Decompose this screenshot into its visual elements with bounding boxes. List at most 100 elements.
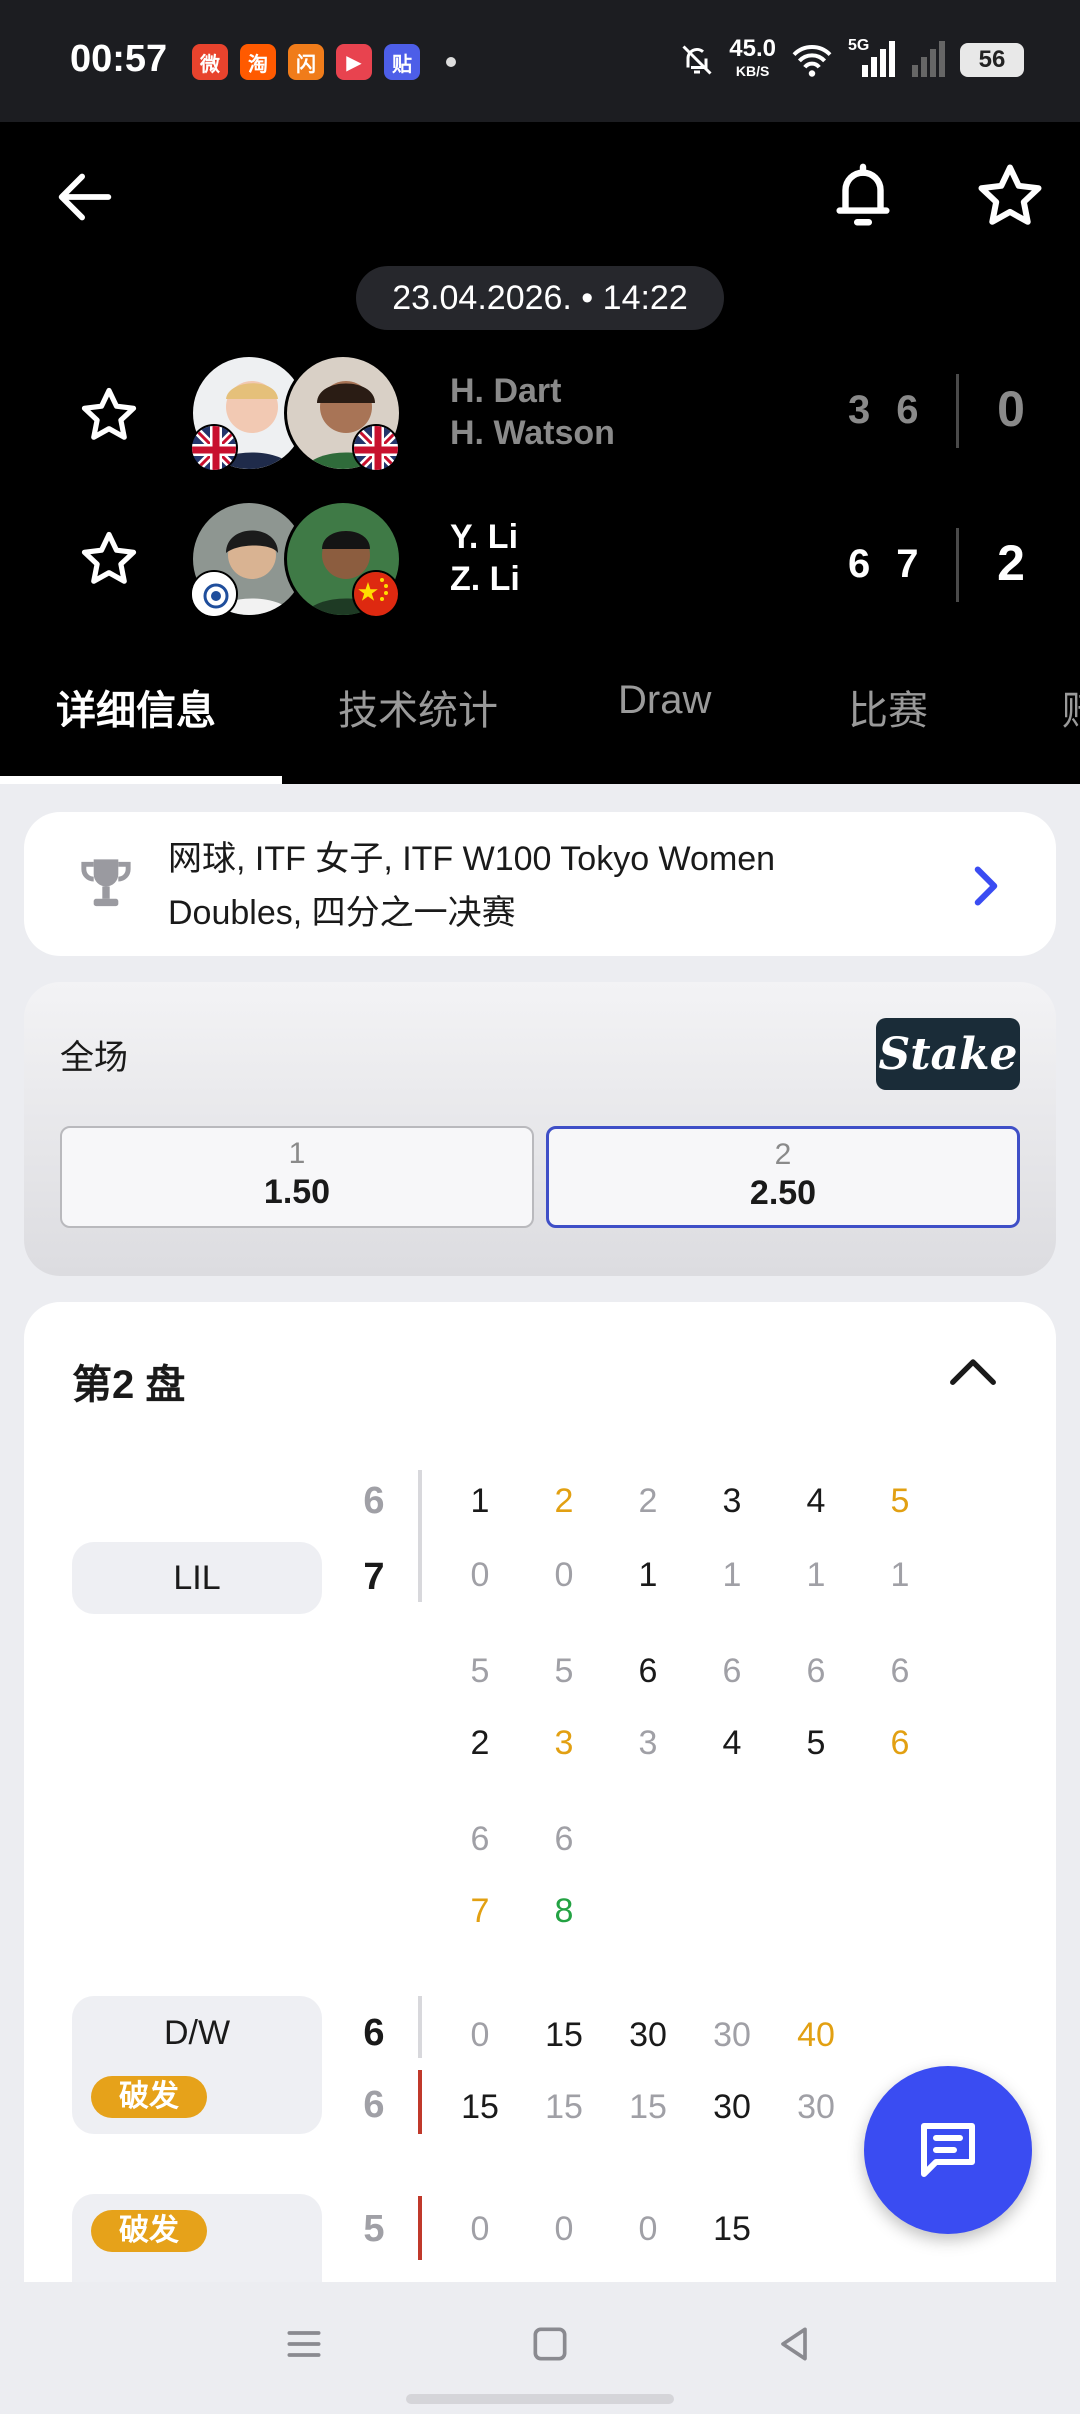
tiebreak-point: 3 [722,1482,742,1520]
tiebreak-point: 5 [470,1652,490,1690]
mute-bell-icon [682,45,712,75]
game-point: 15 [629,2088,667,2126]
match-header: 23.04.2026. • 14:22 H. Dart H. Watson 3 … [0,122,1080,784]
signal-5g-icon: 5G [848,37,896,79]
tiebreak-point: 2 [638,1482,658,1520]
net-speed: 45.0 KB/S [729,37,776,82]
tab-stats[interactable]: 技术统计 [338,678,498,736]
tournament-path-line: 网球, ITF 女子, ITF W100 Tokyo Women [168,840,776,878]
game-point: 15 [545,2088,583,2126]
game-point: 40 [797,2016,835,2054]
tpe-flag-icon [190,570,238,618]
tiebreak-point: 4 [722,1724,742,1762]
tab-matches[interactable]: 比赛 [848,678,928,736]
taobao-icon: 淘 [240,44,276,80]
home-indicator [406,2394,674,2404]
taobao-flash-icon: 闪 [288,44,324,80]
team-1-set-scores: 3 6 [848,388,919,433]
odds-option-value: 1.50 [263,1173,331,1211]
break-divider [418,2196,422,2260]
team-2-total: 2 [997,535,1025,591]
game-point: 15 [713,2210,751,2248]
tiebreak-point: 0 [470,1556,490,1594]
break-badge: 破发 [91,2210,207,2252]
tiebreak-point: 0 [554,1556,574,1594]
chevron-up-icon[interactable] [946,1354,1000,1388]
status-time: 00:57 [70,38,168,80]
set-score: 7 [896,542,919,586]
wifi-icon [792,45,832,77]
team-2-names[interactable]: Y. Li Z. Li [450,516,520,600]
game-point: 30 [713,2088,751,2126]
tiebreak-point: 5 [806,1724,826,1762]
status-right: 45.0 KB/S 5G 56 [679,37,1024,82]
odds-option-label: 2 [774,1138,792,1171]
home-icon[interactable] [528,2322,572,2366]
set-games-bottom: 7 [363,1556,385,1598]
stake-logo[interactable]: Stake [876,1018,1020,1090]
player-name: H. Watson [450,414,615,452]
weibo-icon: 微 [192,44,228,80]
tab-draw[interactable]: Draw [618,678,711,723]
favorite-star-icon[interactable] [974,160,1046,232]
tab-bar: 详细信息 技术统计 Draw 比赛 赔 [0,648,1080,784]
odds-option-value: 2.50 [749,1174,817,1212]
game-point: 15 [545,2016,583,2054]
tiebreak-point: 2 [554,1482,574,1520]
game-point: 30 [629,2016,667,2054]
tiebreak-point: 1 [470,1482,490,1520]
score-divider [418,1996,422,2058]
odds-option-label: 1 [288,1137,306,1170]
menu-icon[interactable] [282,2322,326,2366]
team-label: LIL [173,1559,221,1597]
set-score: 3 [848,388,871,432]
tiebreak-point: 6 [890,1724,910,1762]
team-favorite-star-icon[interactable] [78,528,140,590]
tiebreak-point: 1 [806,1556,826,1594]
tiebreak-point: 8 [554,1892,574,1930]
system-nav-bar [0,2282,1080,2414]
tiebreak-point: 5 [890,1482,910,1520]
tiebreak-point: 3 [554,1724,574,1762]
set-score: 6 [848,542,871,586]
tiebreak-point: 6 [890,1652,910,1690]
score-divider [956,528,959,602]
set-games-top: 6 [363,1480,385,1522]
tab-details[interactable]: 详细信息 [56,678,216,736]
break-badge: 破发 [91,2076,207,2118]
game-label: D/W [163,2014,231,2052]
trophy-icon [81,859,131,907]
tournament-breadcrumb[interactable]: 网球, ITF 女子, ITF W100 Tokyo Women Doubles… [24,812,1056,956]
tiebreak-point: 5 [554,1652,574,1690]
battery-indicator: 56 [960,43,1024,77]
back-arrow-icon[interactable] [50,162,120,232]
game-point: 0 [554,2210,574,2248]
chat-button[interactable] [864,2066,1032,2234]
signal-empty-icon [912,41,945,77]
team-1-names[interactable]: H. Dart H. Watson [450,370,615,454]
tiebreak-point: 6 [638,1652,658,1690]
tiebreak-point: 7 [470,1892,490,1930]
team-1-total: 0 [997,381,1025,437]
match-datetime: 23.04.2026. • 14:22 [356,266,724,330]
odds-option-1[interactable]: 1 1.50 [60,1126,534,1228]
chevron-right-icon [974,866,998,906]
bell-icon[interactable] [828,158,898,234]
tieba-icon: 贴 [384,44,420,80]
team-2-set-scores: 6 7 [848,542,919,587]
gb-flag-icon [190,424,238,472]
game-score: 5 [363,2208,385,2250]
tiebreak-point: 1 [722,1556,742,1594]
odds-option-2[interactable]: 2 2.50 [546,1126,1020,1228]
player-name: Z. Li [450,560,520,598]
game-score-top: 6 [363,2012,385,2054]
tab-odds[interactable]: 赔 [1062,678,1080,736]
active-tab-indicator [0,776,282,784]
team-label-pill: LIL [72,1542,322,1614]
cn-flag-icon [352,570,400,618]
tournament-path: 网球, ITF 女子, ITF W100 Tokyo Women Doubles… [168,832,868,940]
back-icon[interactable] [772,2322,816,2366]
set-score: 6 [896,388,919,432]
score-divider [956,374,959,448]
team-favorite-star-icon[interactable] [78,384,140,446]
